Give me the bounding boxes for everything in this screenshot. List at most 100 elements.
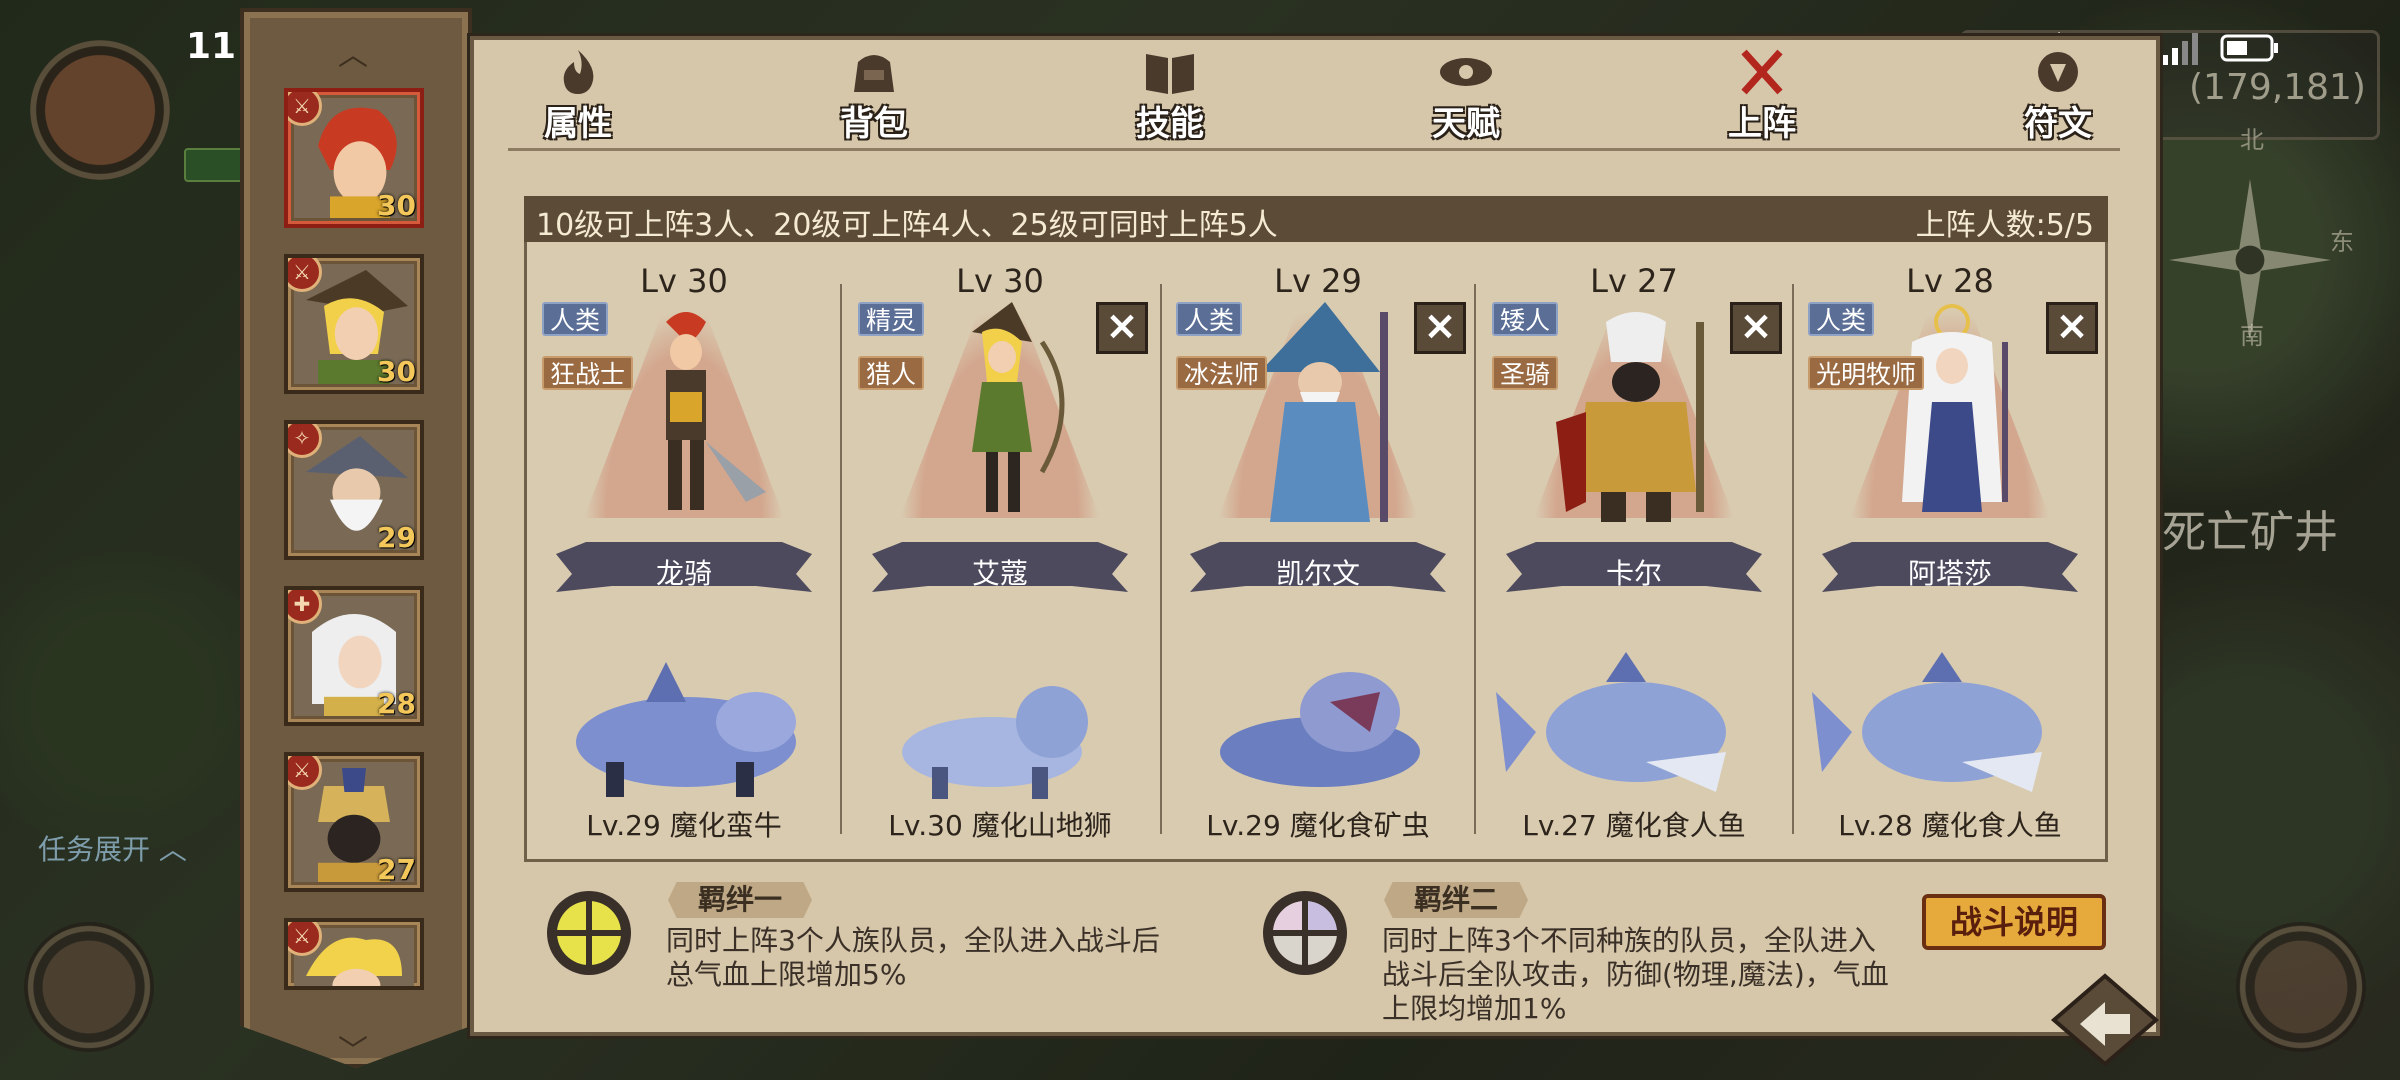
remove-hero-button[interactable]: ×	[1414, 302, 1466, 354]
close-icon: ×	[1423, 303, 1457, 349]
hero-name-banner: 阿塔莎	[1822, 534, 2078, 600]
slot-level: Lv 30	[640, 262, 728, 300]
pet-label: Lv.28 魔化食人鱼	[1838, 809, 2062, 842]
chevron-up-icon[interactable]: ︿	[338, 30, 368, 74]
pet-figure-lion	[902, 686, 1088, 799]
class-tag: 光明牧师	[1808, 356, 1925, 390]
tab-skills[interactable]: 技能	[1100, 48, 1240, 144]
hero-level: 28	[377, 687, 416, 720]
class-tag: 狂战士	[542, 356, 634, 390]
class-tag: 圣骑	[1492, 356, 1559, 390]
tab-talent[interactable]: 天赋	[1396, 48, 1536, 144]
bond-one-icon[interactable]	[544, 888, 634, 978]
pet-figure-worm	[1220, 672, 1420, 787]
hero-name-banner: 凯尔文	[1190, 534, 1446, 600]
tab-label: 符文	[2024, 104, 2092, 144]
tab-divider	[508, 148, 2120, 151]
bond-line: 上限均增加1%	[1382, 992, 1567, 1025]
race-tag: 矮人	[1492, 302, 1559, 336]
hero-card-2[interactable]: ⚔ 30	[284, 254, 424, 394]
bond-line: 同时上阵3个不同种族的队员，全队进入	[1382, 924, 1876, 957]
tab-backpack[interactable]: 背包	[804, 48, 944, 144]
race-tag: 精灵	[858, 302, 925, 336]
hero-name: 艾蔻	[971, 557, 1028, 590]
crossed-swords-icon	[1741, 49, 1783, 95]
rune-icon	[2038, 52, 2078, 92]
chevron-up-icon: ︿	[158, 833, 187, 866]
remove-hero-button[interactable]: ×	[2046, 302, 2098, 354]
hero-name-banner: 艾蔻	[872, 534, 1128, 600]
hero-card-6[interactable]: ⚔	[284, 918, 424, 990]
tab-deploy[interactable]: 上阵	[1692, 48, 1832, 144]
location-name: 死亡矿井	[2162, 507, 2338, 558]
bond-two-title: 羁绊二	[1384, 882, 1529, 918]
house-shortcut-button[interactable]	[2236, 922, 2366, 1052]
tab-attributes[interactable]: 属性	[508, 48, 648, 144]
chevron-down-icon[interactable]: ﹀	[338, 1026, 368, 1070]
tab-label: 天赋	[1432, 104, 1500, 144]
hero-level: 27	[377, 853, 416, 886]
team-slot-5[interactable]: Lv 28 人类 光明牧师 × 阿塔莎 Lv.28 魔化食人鱼	[1792, 242, 2108, 842]
class-tag: 猎人	[858, 356, 925, 390]
hero-card-5[interactable]: ⚔ 27	[284, 752, 424, 892]
close-icon: ×	[1739, 303, 1773, 349]
hero-name: 阿塔莎	[1907, 557, 1992, 590]
bond-one-description: 同时上阵3个人族队员，全队进入战斗后 总气血上限增加5%	[666, 924, 1160, 992]
return-arrow-icon[interactable]	[2050, 972, 2160, 1068]
hero-card-1[interactable]: ⚔ 30	[284, 88, 424, 228]
hero-level: 30	[377, 355, 416, 388]
close-icon: ×	[2055, 303, 2089, 349]
race-tag: 人类	[542, 302, 609, 336]
battle-info-button[interactable]: 战斗说明	[1922, 894, 2106, 950]
pet-figure-piranha	[1496, 652, 1726, 792]
tab-bar: 属性 背包 技能 天赋 上阵 符文	[500, 48, 2160, 144]
team-slot-3[interactable]: Lv 29 人类 冰法师 × 凯尔文 Lv.29 魔化食矿虫	[1160, 242, 1476, 842]
tab-label: 属性	[544, 104, 612, 144]
race-tag: 人类	[1808, 302, 1875, 336]
hero-name: 龙骑	[655, 557, 712, 590]
hero-name: 凯尔文	[1275, 557, 1360, 590]
hero-card-4[interactable]: ✚ 28	[284, 586, 424, 726]
hero-figure-dwarf-paladin	[1556, 312, 1704, 522]
tab-label: 技能	[1136, 104, 1204, 144]
pet-label: Lv.29 魔化食矿虫	[1206, 809, 1430, 842]
hero-card-3[interactable]: ✧ 29	[284, 420, 424, 560]
bag-shortcut-button[interactable]	[24, 922, 154, 1052]
book-icon	[1146, 54, 1194, 94]
player-status-pill	[184, 148, 244, 182]
compass-east-label: 东	[2330, 228, 2354, 256]
remove-hero-button[interactable]: ×	[1096, 302, 1148, 354]
bond-two-icon[interactable]	[1260, 888, 1350, 978]
task-toggle-label: 任务展开	[38, 833, 151, 866]
bond-one-title: 羁绊一	[668, 882, 813, 918]
hero-name-banner: 龙骑	[556, 534, 812, 600]
pet-label: Lv.27 魔化食人鱼	[1522, 809, 1746, 842]
slot-level: Lv 29	[1274, 262, 1362, 300]
bag-icon	[854, 55, 894, 92]
deploy-count: 上阵人数:5/5	[1915, 208, 2094, 243]
hero-name-banner: 卡尔	[1506, 534, 1762, 600]
bond-line: 总气血上限增加5%	[666, 958, 907, 991]
task-expand-toggle[interactable]: 任务展开 ︿	[38, 828, 187, 868]
pet-label: Lv.30 魔化山地狮	[888, 809, 1112, 842]
eye-icon	[1440, 58, 1492, 86]
hero-figure-elf-hunter	[972, 302, 1065, 512]
slot-level: Lv 27	[1590, 262, 1678, 300]
coordinate-text: (179,181)	[2189, 67, 2366, 108]
bond-line: 同时上阵3个人族队员，全队进入战斗后	[666, 924, 1160, 957]
player-avatar[interactable]	[30, 40, 170, 180]
bond-line: 战斗后全队攻击，防御(物理,魔法)，气血	[1382, 958, 1889, 991]
close-icon: ×	[1105, 303, 1139, 349]
hero-figure-ice-mage	[1260, 302, 1388, 522]
team-slot-1[interactable]: Lv 30 人类 狂战士 龙骑 Lv.29 魔化蛮牛	[526, 242, 842, 842]
hero-figure-warrior	[666, 312, 766, 510]
tab-label: 背包	[840, 104, 908, 144]
hero-name: 卡尔	[1605, 557, 1662, 590]
pet-label: Lv.29 魔化蛮牛	[586, 809, 782, 842]
team-slot-4[interactable]: Lv 27 矮人 圣骑 × 卡尔 Lv.27 魔化食人鱼	[1476, 242, 1792, 842]
team-slot-2[interactable]: Lv 30 精灵 猎人 × 艾蔻 Lv.30 魔化山地狮	[842, 242, 1158, 842]
bond-two-description: 同时上阵3个不同种族的队员，全队进入 战斗后全队攻击，防御(物理,魔法)，气血 …	[1382, 924, 1889, 1026]
hero-figure-priestess	[1902, 304, 2008, 512]
tab-runes[interactable]: 符文	[1988, 48, 2128, 144]
remove-hero-button[interactable]: ×	[1730, 302, 1782, 354]
